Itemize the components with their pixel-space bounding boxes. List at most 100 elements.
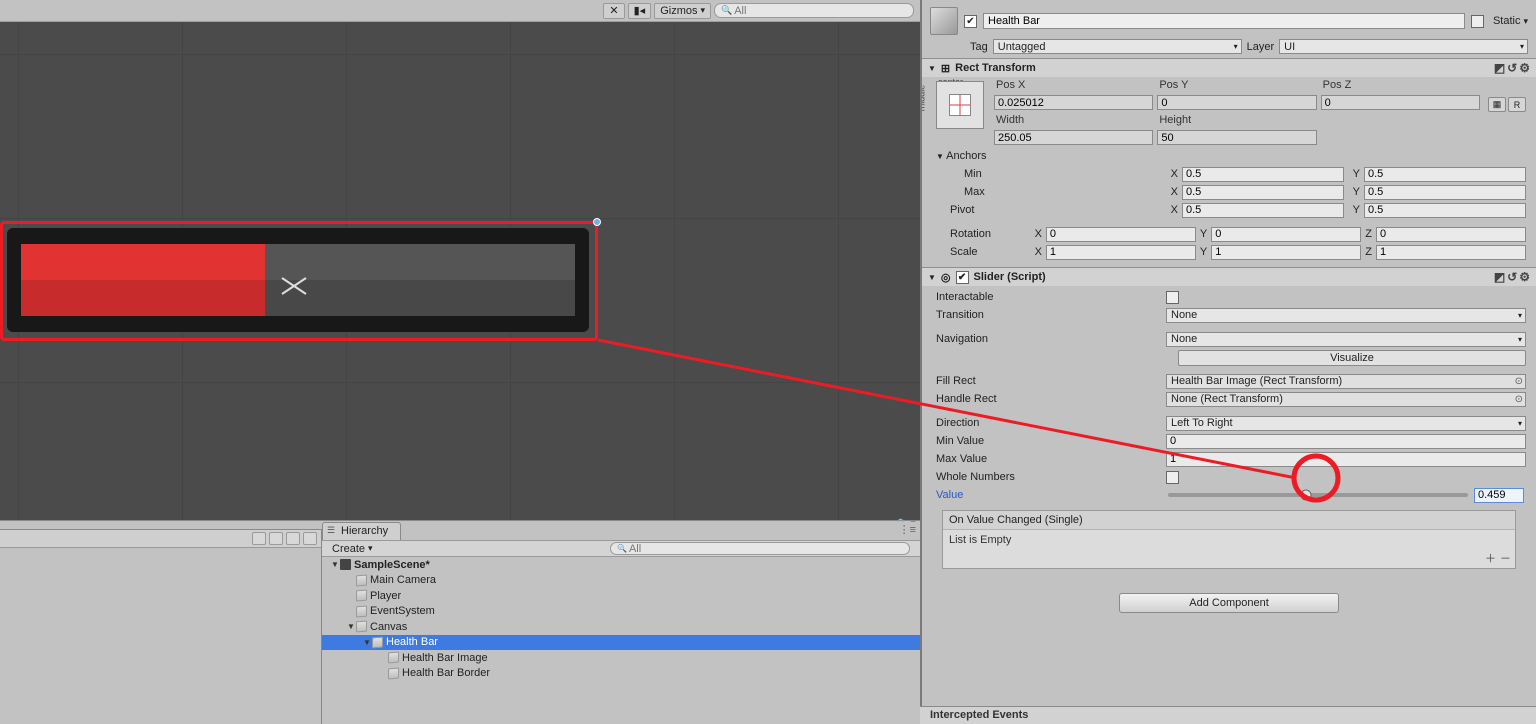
- layer-dropdown[interactable]: UI: [1279, 39, 1528, 54]
- hierarchy-tab-label: Hierarchy: [341, 525, 388, 537]
- interactable-checkbox[interactable]: [1166, 291, 1179, 304]
- selection-handle-icon[interactable]: [593, 218, 601, 226]
- type-icon[interactable]: [303, 532, 317, 545]
- handlerect-label: Handle Rect: [932, 393, 1162, 405]
- component-enabled-checkbox[interactable]: ✔: [956, 271, 969, 284]
- intercepted-events-header[interactable]: Intercepted Events: [920, 706, 1536, 724]
- pivot-x[interactable]: [1182, 203, 1344, 218]
- gameobject-enabled-checkbox[interactable]: ✔: [964, 15, 977, 28]
- anchor-max-x[interactable]: [1182, 185, 1344, 200]
- hierarchy-item[interactable]: Health Bar Border: [322, 666, 920, 682]
- direction-dropdown[interactable]: Left To Right: [1166, 416, 1526, 431]
- anchors-min-label: Min: [932, 168, 1162, 180]
- help-icon[interactable]: ◩: [1494, 61, 1505, 75]
- rot-y[interactable]: [1211, 227, 1361, 242]
- gameobject-cube-icon: [356, 605, 367, 617]
- foldout-icon[interactable]: ▼: [928, 273, 936, 282]
- tag-label: Tag: [970, 41, 988, 53]
- anchor-max-y[interactable]: [1364, 185, 1526, 200]
- posy-field[interactable]: [1157, 95, 1316, 110]
- minvalue-field[interactable]: [1166, 434, 1526, 449]
- hierarchy-item[interactable]: Health Bar Image: [322, 650, 920, 666]
- panel-menu-icon[interactable]: ⋮≡: [899, 523, 916, 536]
- posx-field[interactable]: [994, 95, 1153, 110]
- filter-icon[interactable]: [252, 532, 266, 545]
- scl-z[interactable]: [1376, 245, 1526, 260]
- visualize-button[interactable]: Visualize: [1178, 350, 1526, 366]
- anchor-min-x[interactable]: [1182, 167, 1344, 182]
- hierarchy-tab[interactable]: Hierarchy: [322, 522, 401, 540]
- scene-view[interactable]: [0, 22, 920, 520]
- anchors-foldout[interactable]: ▼ Anchors: [932, 150, 1162, 162]
- move-gizmo-icon[interactable]: [280, 272, 308, 300]
- tag-dropdown[interactable]: Untagged: [993, 39, 1242, 54]
- hierarchy-item[interactable]: Player: [322, 588, 920, 604]
- gameobject-name-input[interactable]: [983, 13, 1465, 29]
- scene-toolbar: ✕ ▮◂ Gizmos All: [0, 0, 920, 22]
- pivot-label: Pivot: [932, 204, 1162, 216]
- help-icon[interactable]: ◩: [1494, 270, 1505, 284]
- health-bar-selection[interactable]: [0, 221, 598, 341]
- scene-search-placeholder: All: [734, 5, 746, 17]
- posz-field[interactable]: [1321, 95, 1480, 110]
- value-slider[interactable]: [1168, 493, 1468, 497]
- rot-z[interactable]: [1376, 227, 1526, 242]
- wholenumbers-label: Whole Numbers: [932, 471, 1162, 483]
- add-component-button[interactable]: Add Component: [1119, 593, 1339, 613]
- handlerect-field[interactable]: None (Rect Transform): [1166, 392, 1526, 407]
- gameobject-icon: [930, 7, 958, 35]
- wholenumbers-checkbox[interactable]: [1166, 471, 1179, 484]
- rot-x[interactable]: [1046, 227, 1196, 242]
- hierarchy-search[interactable]: All: [610, 542, 910, 555]
- remove-event-icon[interactable]: －: [1500, 550, 1511, 566]
- posx-label: Pos X: [994, 79, 1153, 91]
- anchor-min-y[interactable]: [1364, 167, 1526, 182]
- hierarchy-item[interactable]: ▼Canvas: [322, 619, 920, 635]
- width-field[interactable]: [994, 130, 1153, 145]
- menu-icon[interactable]: ⚙: [1519, 270, 1530, 284]
- width-label: Width: [994, 114, 1153, 126]
- favorite-icon[interactable]: [269, 532, 283, 545]
- blueprint-mode-icon[interactable]: ▦: [1488, 97, 1506, 112]
- tools-toggle-icon[interactable]: ✕: [603, 3, 624, 19]
- static-dropdown[interactable]: Static: [1493, 15, 1528, 27]
- interactable-label: Interactable: [932, 291, 1162, 303]
- value-field[interactable]: [1474, 488, 1524, 503]
- scene-row[interactable]: ▼SampleScene*: [322, 557, 920, 573]
- hierarchy-item[interactable]: EventSystem: [322, 604, 920, 620]
- add-event-icon[interactable]: ＋: [1485, 550, 1496, 566]
- anchor-preset-button[interactable]: [936, 81, 984, 129]
- camera-icon[interactable]: ▮◂: [628, 3, 652, 19]
- slider-component: ▼ ◎ ✔ Slider (Script) ◩↺⚙ Interactable T…: [922, 267, 1536, 577]
- menu-icon[interactable]: ⚙: [1519, 61, 1530, 75]
- pivot-y[interactable]: [1364, 203, 1526, 218]
- raw-edit-icon[interactable]: R: [1508, 97, 1526, 112]
- gameobject-header: ✔ Static: [922, 3, 1536, 37]
- foldout-icon[interactable]: ▼: [928, 64, 936, 73]
- hierarchy-toolbar: Create All: [322, 540, 920, 557]
- rect-transform-component: ▼ ⊞ Rect Transform ◩↺⚙ center middle Pos…: [922, 58, 1536, 267]
- static-checkbox[interactable]: [1471, 15, 1484, 28]
- transition-dropdown[interactable]: None: [1166, 308, 1526, 323]
- gizmos-dropdown[interactable]: Gizmos: [654, 3, 711, 19]
- preset-icon[interactable]: ↺: [1507, 61, 1517, 75]
- slider-header[interactable]: ▼ ◎ ✔ Slider (Script) ◩↺⚙: [922, 268, 1536, 286]
- hierarchy-item[interactable]: ▼Health Bar: [322, 635, 920, 651]
- scl-y[interactable]: [1211, 245, 1361, 260]
- fillrect-field[interactable]: Health Bar Image (Rect Transform): [1166, 374, 1526, 389]
- gameobject-cube-icon: [372, 636, 383, 648]
- navigation-dropdown[interactable]: None: [1166, 332, 1526, 347]
- scl-x[interactable]: [1046, 245, 1196, 260]
- hierarchy-item[interactable]: Main Camera: [322, 573, 920, 589]
- event-header: On Value Changed (Single): [943, 511, 1515, 530]
- height-field[interactable]: [1157, 130, 1316, 145]
- hierarchy-tree[interactable]: ▼SampleScene*Main CameraPlayerEventSyste…: [322, 557, 920, 724]
- preset-icon[interactable]: ↺: [1507, 270, 1517, 284]
- project-panel: [0, 530, 322, 724]
- label-icon[interactable]: [286, 532, 300, 545]
- minvalue-label: Min Value: [932, 435, 1162, 447]
- scene-search[interactable]: All: [714, 3, 914, 18]
- create-dropdown[interactable]: Create: [326, 543, 379, 555]
- maxvalue-field[interactable]: [1166, 452, 1526, 467]
- rect-transform-header[interactable]: ▼ ⊞ Rect Transform ◩↺⚙: [922, 59, 1536, 77]
